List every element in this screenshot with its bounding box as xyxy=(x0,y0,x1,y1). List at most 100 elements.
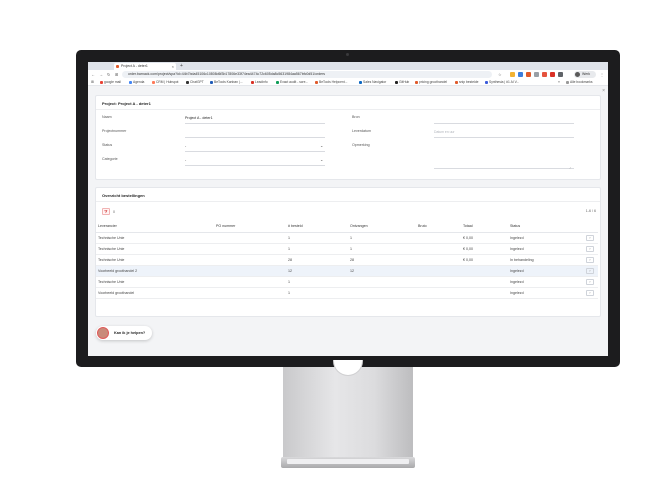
cell-bruto xyxy=(416,232,461,244)
bron-label: Bron xyxy=(352,115,360,119)
cell-leverancier: Technische Unie xyxy=(96,254,214,266)
table-row[interactable]: Technische Unie 1 1 € 0,00 Ingelezd › xyxy=(96,243,598,255)
back-icon[interactable]: ← xyxy=(91,71,95,78)
cell-bruto xyxy=(416,287,461,299)
bookmark-item[interactable]: Exact audit - scre... xyxy=(276,79,308,86)
column-header[interactable]: # besteld xyxy=(286,221,348,233)
naam-field[interactable]: Project A - deter1 xyxy=(185,116,213,120)
opmerking-textarea[interactable] xyxy=(434,143,574,169)
app-content: × Project: Project A - deter1 Naam Proje… xyxy=(88,86,608,356)
cell-ontvangen: 12 xyxy=(348,265,416,277)
browser-tab-bar: Project A - deter1 × + xyxy=(88,62,608,77)
cell-status: Ingelezd xyxy=(508,265,584,277)
extension-icon[interactable] xyxy=(526,72,531,77)
bookmark-item[interactable]: pricing groothandel xyxy=(415,79,447,86)
projectnummer-field[interactable] xyxy=(185,137,325,138)
bookmark-item[interactable]: Sales Navigator xyxy=(359,79,386,86)
forward-icon[interactable]: → xyxy=(99,71,103,78)
categorie-select[interactable]: - xyxy=(185,158,186,162)
bookmark-item[interactable]: GitHub xyxy=(395,79,409,86)
site-info-icon[interactable]: ⊞ xyxy=(115,71,118,78)
bookmark-item[interactable]: Agenda xyxy=(129,79,144,86)
table-row[interactable]: Voorbeeld groothandel 2 12 12 Ingelezd › xyxy=(96,265,598,277)
bookmark-item[interactable]: Leadinfo xyxy=(251,79,268,86)
reload-icon[interactable]: ↻ xyxy=(107,71,110,78)
cell-totaal: € 0,00 xyxy=(461,243,508,255)
extension-icon[interactable] xyxy=(534,72,539,77)
profile-avatar xyxy=(575,72,580,77)
cell-besteld: 1 xyxy=(286,276,348,288)
new-tab-button[interactable]: + xyxy=(180,62,183,70)
calendar-icon xyxy=(129,80,132,84)
column-header[interactable]: Status xyxy=(508,221,584,233)
table-row[interactable]: Voorbeeld groothandel 1 Ingelezd › xyxy=(96,287,598,299)
close-icon[interactable]: × xyxy=(602,88,605,94)
all-bookmarks-link[interactable]: Alle bookmarks xyxy=(566,79,593,86)
cell-totaal xyxy=(461,276,508,288)
status-select[interactable]: - xyxy=(185,144,186,148)
avatar xyxy=(97,327,109,339)
bookmark-item[interactable]: CRM | Hubspot xyxy=(152,79,178,86)
leadinfo-icon xyxy=(251,80,254,84)
chevron-down-icon[interactable]: ⌄ xyxy=(320,157,323,162)
cell-po xyxy=(214,254,286,266)
profile-chip[interactable]: Werk xyxy=(574,71,596,78)
row-open-button[interactable]: › xyxy=(586,256,594,263)
monitor-stand xyxy=(283,367,413,459)
column-header[interactable]: Leverancier xyxy=(96,221,214,233)
cell-totaal xyxy=(461,265,508,277)
bron-field[interactable] xyxy=(434,123,574,124)
menu-kebab-icon[interactable]: ⋮ xyxy=(600,71,604,78)
tab-close-icon[interactable]: × xyxy=(172,63,174,70)
bookmark-item[interactable]: BeTools Helpcent... xyxy=(315,79,347,86)
column-header[interactable]: Ontvangen xyxy=(348,221,416,233)
url-bar[interactable]: order.barnack.com/project/spa?id=44b7bda… xyxy=(122,71,492,78)
apps-grid-icon[interactable]: ⊞ xyxy=(91,79,94,86)
bookmark-item[interactable]: snip bestelde xyxy=(455,79,478,86)
filter-icon: ⧩ xyxy=(104,209,108,214)
chat-widget-button[interactable]: Kan ik je helpen? xyxy=(96,326,152,340)
bookmark-item[interactable]: BeTools Kanban |... xyxy=(210,79,243,86)
cell-ontvangen: 1 xyxy=(348,232,416,244)
column-header[interactable]: PO nummer xyxy=(214,221,286,233)
row-open-button[interactable]: › xyxy=(586,278,594,285)
table-row[interactable]: Technische Unie 28 28 € 0,00 In behandel… xyxy=(96,254,598,266)
row-open-button[interactable]: › xyxy=(586,267,594,274)
cell-bruto xyxy=(416,243,461,255)
puzzle-icon[interactable] xyxy=(558,72,563,77)
cell-besteld: 28 xyxy=(286,254,348,266)
bookmark-item[interactable]: google mail xyxy=(100,79,121,86)
extension-icon[interactable] xyxy=(542,72,547,77)
resize-handle-icon[interactable]: ⌟ xyxy=(569,164,571,169)
chatgpt-icon xyxy=(186,80,189,84)
chevron-right-icon[interactable]: » xyxy=(558,79,560,86)
cell-leverancier: Voorbeeld groothandel 2 xyxy=(96,265,214,277)
table-row[interactable]: Technische Unie 1 Ingelezd › xyxy=(96,276,598,288)
leverdatum-field[interactable]: Datum en uur xyxy=(434,130,455,134)
column-header[interactable]: Totaal xyxy=(461,221,508,233)
row-open-button[interactable]: › xyxy=(586,289,594,296)
synthesia-icon xyxy=(485,80,488,84)
divider xyxy=(96,201,600,202)
projectnummer-label: Projectnummer xyxy=(102,129,127,133)
column-header-actions xyxy=(584,221,598,233)
row-open-button[interactable]: › xyxy=(586,234,594,241)
extension-icon[interactable] xyxy=(550,72,555,77)
bookmark-item[interactable]: Synthesia | #1 AI V... xyxy=(485,79,519,86)
extension-icon[interactable] xyxy=(510,72,515,77)
extension-icon[interactable] xyxy=(518,72,523,77)
orders-card: Overzicht bestellingen ⧩ 0 1-6 / 6 Lever… xyxy=(95,187,601,317)
status-underline xyxy=(185,151,325,152)
cell-ontvangen xyxy=(348,287,416,299)
table-row[interactable]: Technische Unie 1 1 € 0,00 Ingelezd › xyxy=(96,232,598,244)
browser-tab[interactable]: Project A - deter1 × xyxy=(114,63,176,70)
gmail-icon xyxy=(100,80,103,84)
bookmark-star-icon[interactable]: ☆ xyxy=(498,71,502,78)
filter-button[interactable]: ⧩ xyxy=(102,208,110,215)
bookmark-item[interactable]: ChatGPT xyxy=(186,79,204,86)
hubspot-icon xyxy=(152,80,155,84)
categorie-label: Categorie xyxy=(102,157,118,161)
row-open-button[interactable]: › xyxy=(586,245,594,252)
column-header[interactable]: Bruto xyxy=(416,221,461,233)
chevron-down-icon[interactable]: ⌄ xyxy=(320,143,323,148)
